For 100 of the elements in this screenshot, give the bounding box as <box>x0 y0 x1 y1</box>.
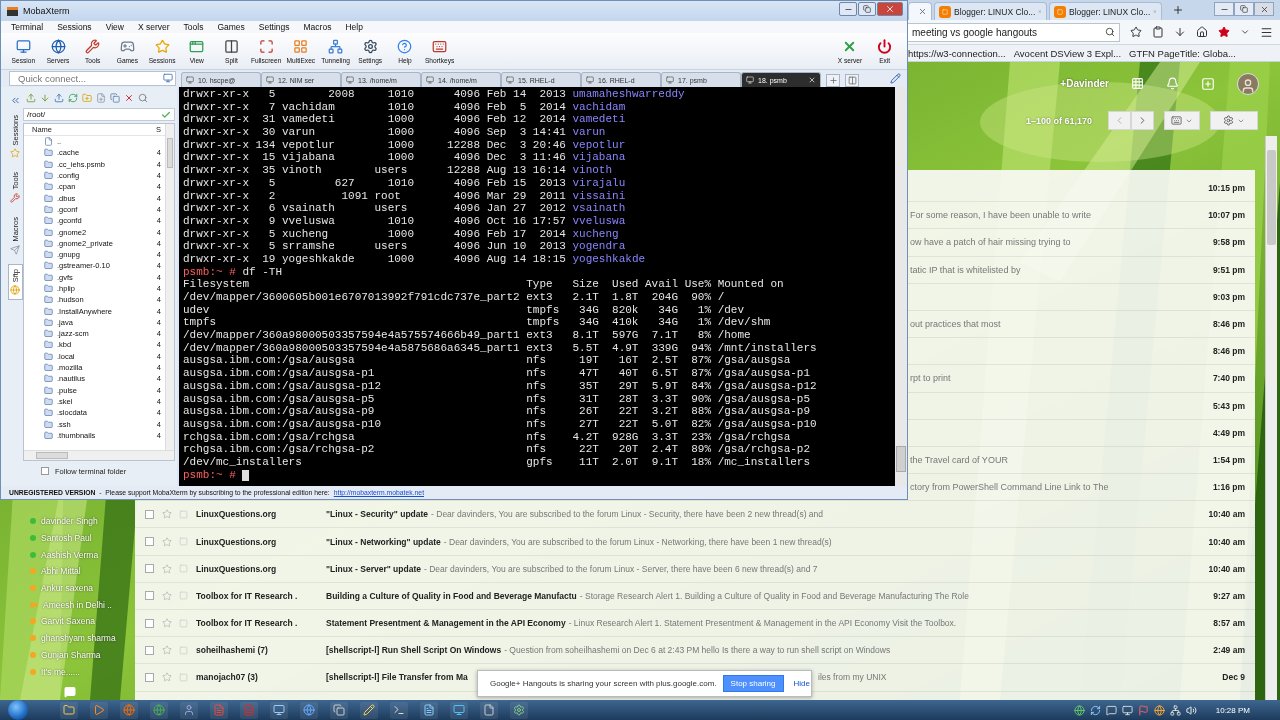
input-tools-button[interactable] <box>1164 111 1200 130</box>
globe-icon[interactable] <box>1153 704 1165 716</box>
new-tab-button[interactable] <box>826 74 840 87</box>
star-icon[interactable] <box>162 645 172 656</box>
refresh-icon[interactable] <box>68 93 78 103</box>
next-page-button[interactable] <box>1131 111 1154 130</box>
search-icon[interactable] <box>138 93 148 103</box>
taskbar-button[interactable] <box>270 701 288 719</box>
split-button[interactable] <box>845 74 859 87</box>
close-button[interactable] <box>1254 2 1274 16</box>
bookmark-link[interactable]: GTFN PageTitle: Globa... <box>1129 47 1236 59</box>
taskbar-button[interactable] <box>420 701 438 719</box>
delete-icon[interactable] <box>124 93 134 103</box>
checkbox[interactable] <box>41 467 49 475</box>
upload-icon[interactable] <box>26 93 36 103</box>
taskbar-button[interactable] <box>360 701 378 719</box>
dropdown-button[interactable] <box>1240 27 1250 37</box>
email-time: 9:51 pm <box>1212 264 1245 275</box>
clipboard-button[interactable] <box>1152 26 1164 38</box>
menu-item[interactable]: Terminal <box>4 21 51 33</box>
address-field[interactable]: meeting vs google hangouts <box>908 22 1120 42</box>
menu-item[interactable]: Help <box>338 21 370 33</box>
star-icon[interactable] <box>162 509 172 520</box>
hide-link[interactable]: Hide <box>793 679 810 688</box>
menu-item[interactable]: Tools <box>176 21 211 33</box>
new-folder-icon[interactable] <box>82 93 92 103</box>
share-button[interactable] <box>1201 76 1215 91</box>
maximize-button[interactable] <box>858 2 876 16</box>
minimize-button[interactable] <box>839 2 857 16</box>
flag-icon[interactable] <box>1137 704 1149 716</box>
bookmark-link[interactable]: Avocent DSView 3 Expl... <box>1013 47 1122 59</box>
settings-icon <box>1223 115 1234 126</box>
message-icon[interactable] <box>1105 704 1117 716</box>
upload-icon[interactable] <box>54 93 64 103</box>
menu-item[interactable]: Settings <box>251 21 297 33</box>
download-icon[interactable] <box>40 93 50 103</box>
taskbar-button[interactable] <box>120 701 138 719</box>
volume-icon[interactable] <box>1185 704 1197 716</box>
taskbar-button[interactable] <box>480 701 498 719</box>
new-file-icon[interactable] <box>96 93 106 103</box>
settings-button[interactable] <box>1210 111 1258 130</box>
start-button[interactable] <box>8 700 28 720</box>
taskbar-button[interactable] <box>300 701 318 719</box>
menu-item[interactable]: View <box>98 21 131 33</box>
star-icon[interactable] <box>162 563 172 574</box>
menu-item[interactable]: Macros <box>296 21 339 33</box>
taskbar-button[interactable] <box>150 701 168 719</box>
home-button[interactable] <box>1196 26 1208 38</box>
collapse-icon[interactable] <box>9 95 21 106</box>
maximize-button[interactable] <box>1234 2 1254 16</box>
close-button[interactable] <box>877 2 903 16</box>
extension-button[interactable] <box>1218 26 1230 38</box>
taskbar-button[interactable] <box>390 701 408 719</box>
minimize-button[interactable] <box>1214 2 1234 16</box>
scrollbar[interactable] <box>165 124 174 450</box>
row-checkbox[interactable] <box>145 672 154 682</box>
menu-item[interactable]: X server <box>130 21 177 33</box>
quick-connect-field[interactable]: Quick connect... <box>9 71 176 86</box>
taskbar-button[interactable] <box>450 701 468 719</box>
row-checkbox[interactable] <box>145 537 154 547</box>
star-icon[interactable] <box>162 672 172 683</box>
directory-name: varun <box>572 126 606 139</box>
apps-button[interactable] <box>1131 77 1144 90</box>
star-icon[interactable] <box>162 590 172 601</box>
copy-icon[interactable] <box>110 93 120 103</box>
network-icon[interactable] <box>1169 704 1181 716</box>
table-cell: 16T <box>618 354 639 368</box>
menu-item[interactable]: Sessions <box>50 21 99 33</box>
close-icon[interactable] <box>918 7 927 16</box>
taskbar-button[interactable] <box>510 701 528 719</box>
refresh-icon[interactable] <box>1089 704 1101 716</box>
new-tab-button[interactable] <box>1172 4 1184 16</box>
star-icon[interactable] <box>162 536 172 547</box>
taskbar-button[interactable] <box>330 701 348 719</box>
bookmark-link[interactable]: https://w3-connection... <box>908 47 1006 59</box>
browser-tab[interactable] <box>908 2 932 20</box>
scrollbar[interactable] <box>24 450 174 460</box>
table-cell: 1% <box>697 316 712 330</box>
taskbar-button[interactable] <box>90 701 108 719</box>
scrollbar[interactable] <box>895 87 907 486</box>
path-field[interactable]: /root/ <box>23 108 175 121</box>
notifications-button[interactable] <box>1166 77 1179 90</box>
browser-tab[interactable]: Blogger: LINUX Clo... <box>934 2 1047 20</box>
browser-tab[interactable]: Blogger: LINUX Clo... <box>1049 2 1162 20</box>
menu-item[interactable]: Games <box>210 21 252 33</box>
taskbar-button[interactable] <box>60 701 78 719</box>
row-checkbox[interactable] <box>145 591 154 601</box>
menu-button[interactable] <box>1260 25 1273 39</box>
tools-button[interactable] <box>890 73 901 84</box>
globe-icon[interactable] <box>1073 704 1085 716</box>
bookmark-star-button[interactable] <box>1130 26 1142 38</box>
monitor-icon[interactable] <box>1121 704 1133 716</box>
taskbar-button[interactable] <box>180 701 198 719</box>
row-checkbox[interactable] <box>145 564 154 574</box>
download-button[interactable] <box>1174 26 1186 38</box>
row-checkbox[interactable] <box>145 645 154 655</box>
scrollbar[interactable] <box>1265 136 1277 700</box>
row-checkbox[interactable] <box>145 509 154 519</box>
row-checkbox[interactable] <box>145 618 154 628</box>
star-icon[interactable] <box>162 618 172 629</box>
